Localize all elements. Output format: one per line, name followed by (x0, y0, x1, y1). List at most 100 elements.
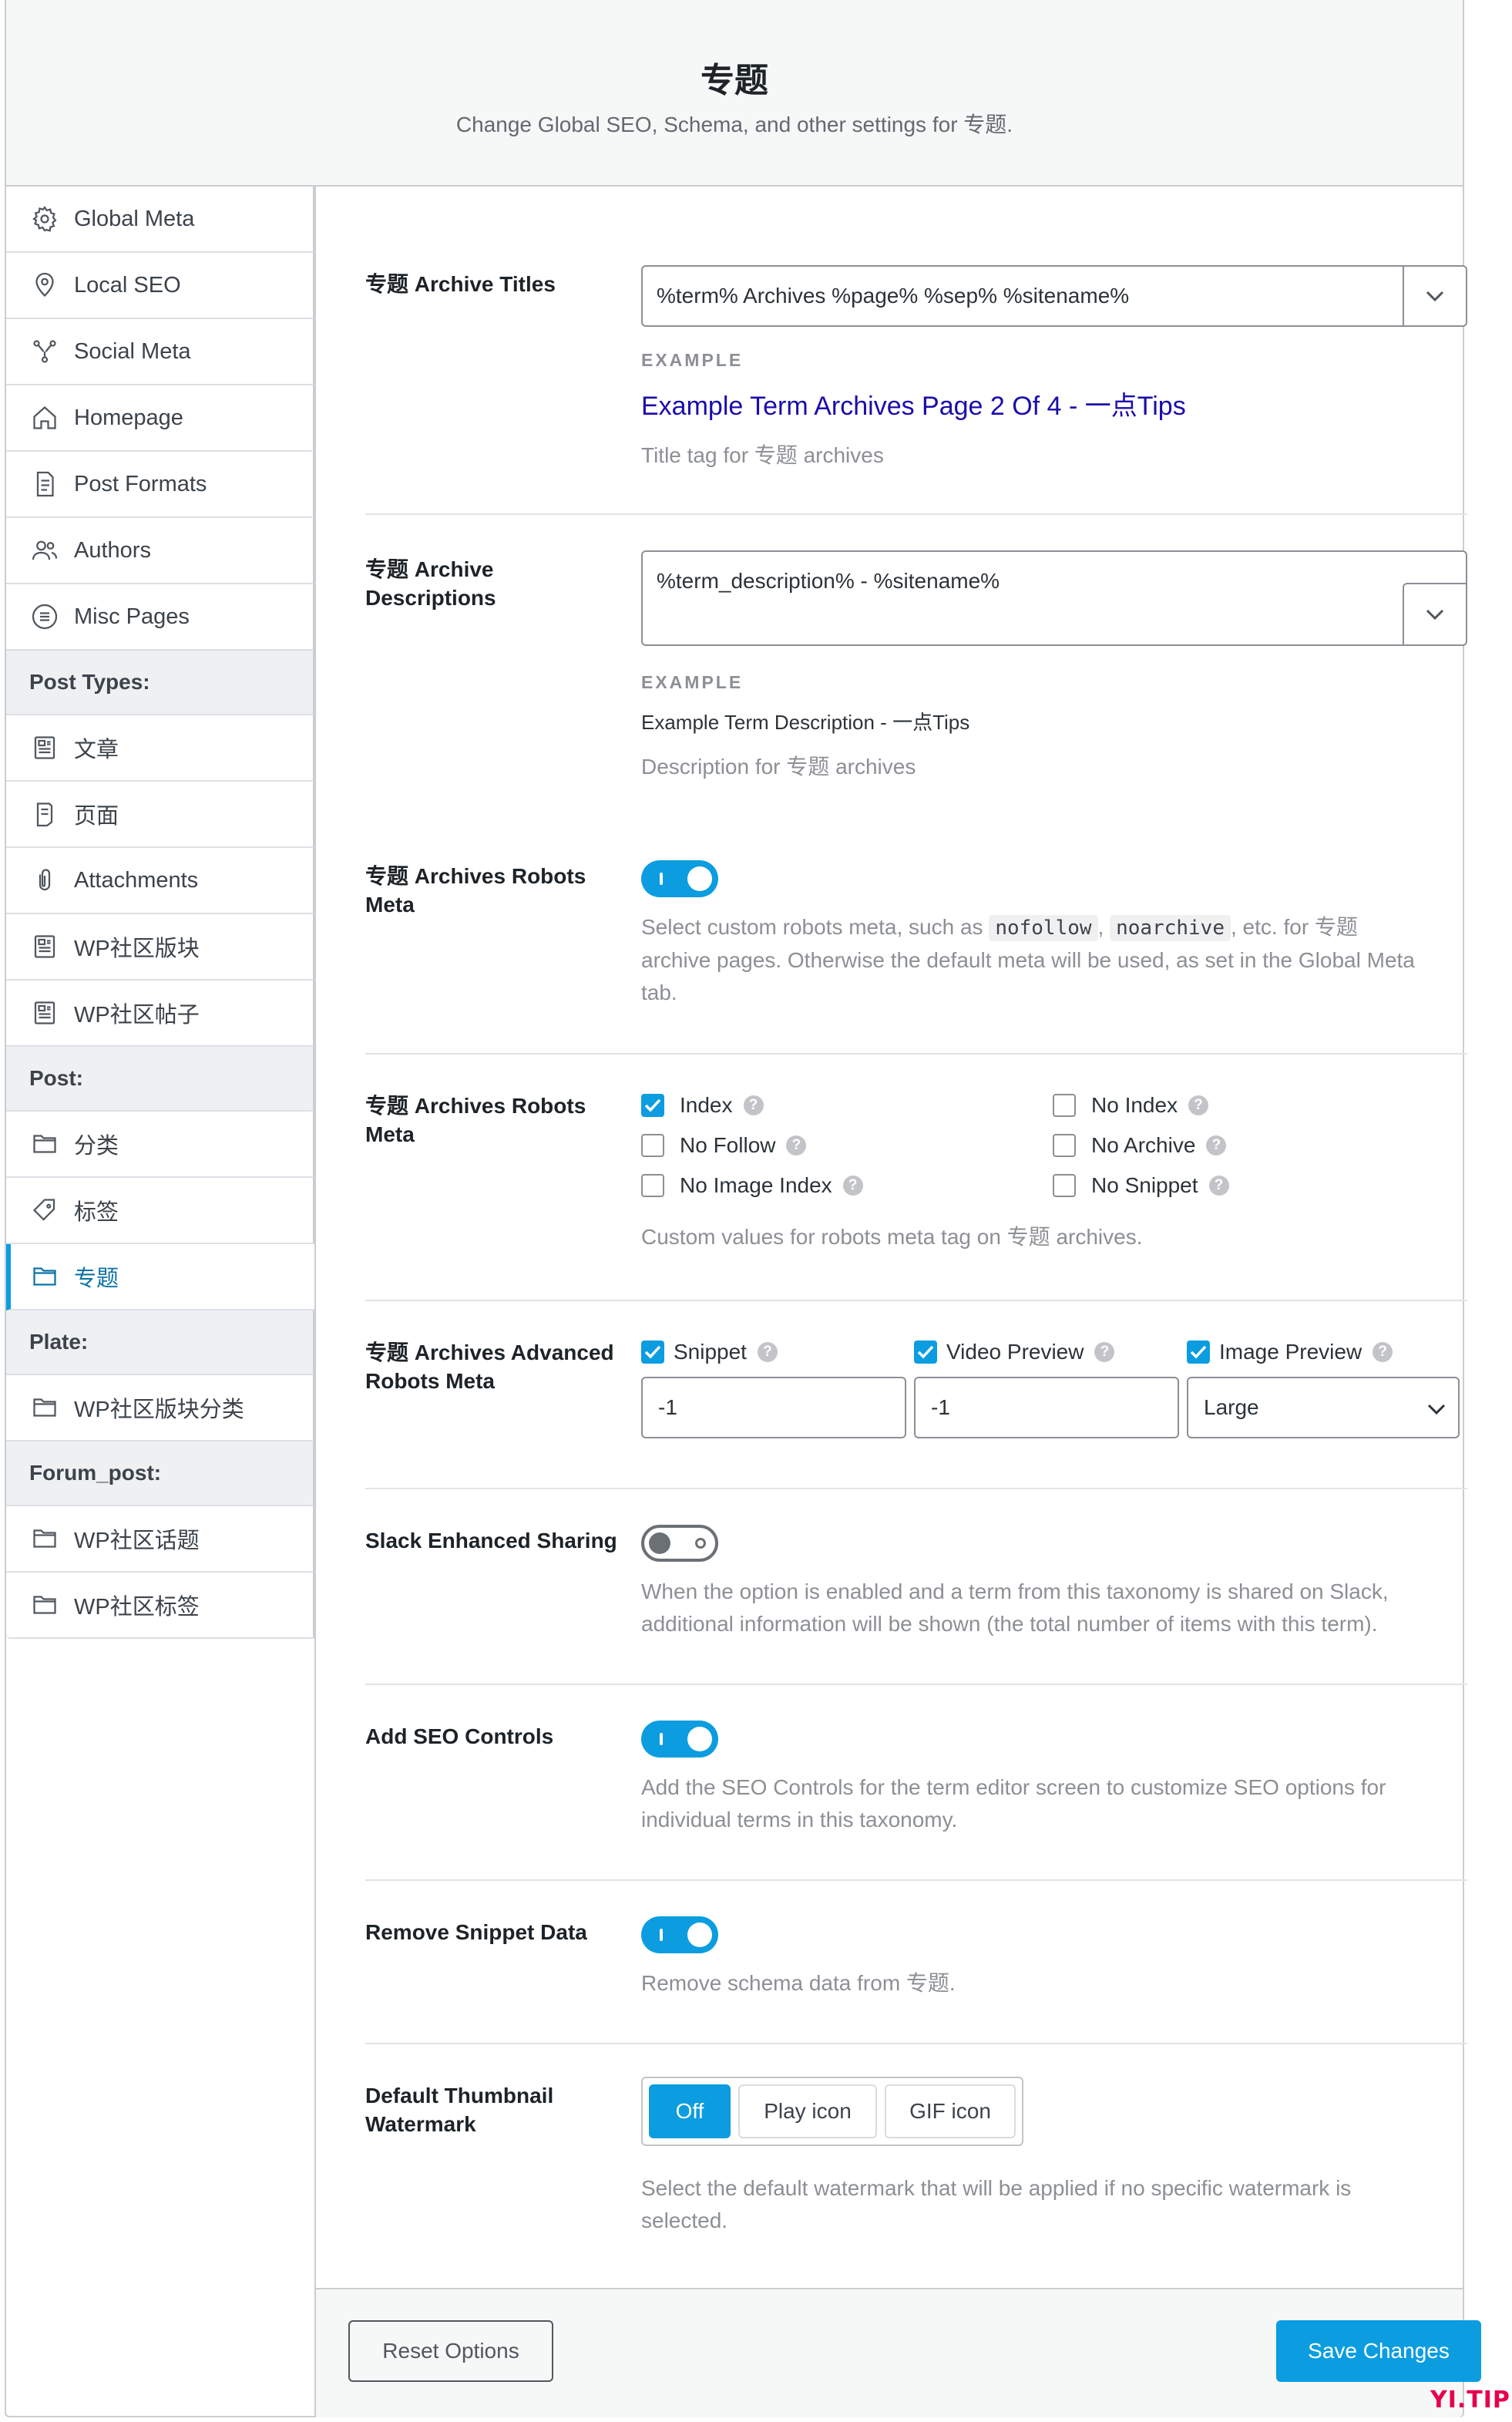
sidebar-item-label: WP社区版块 (74, 937, 200, 961)
checkbox-box[interactable] (914, 1341, 937, 1364)
page-header: 专题 Change Global SEO, Schema, and other … (6, 0, 1463, 187)
sidebar-item-wp-forum-board-categories[interactable]: WP社区版块分类 (6, 1375, 314, 1441)
slack-sharing-toggle[interactable] (641, 1525, 718, 1562)
save-changes-button[interactable]: Save Changes (1276, 2320, 1481, 2382)
sidebar-heading-forum-post: Forum_post: (6, 1441, 314, 1506)
sidebar-item-label: 页面 (74, 804, 119, 829)
help-icon[interactable]: ? (1208, 1176, 1229, 1196)
thumbnail-watermark-label: Default Thumbnail Watermark (365, 2084, 554, 2136)
checkbox-box[interactable] (1053, 1174, 1076, 1197)
checkbox-snippet[interactable]: Snippet ? (641, 1340, 778, 1364)
folder-icon (29, 1129, 60, 1159)
archive-titles-label: 专题 Archive Titles (365, 272, 556, 296)
archive-titles-input[interactable]: %term% Archives %page% %sep% %sitename% (641, 265, 1467, 327)
help-icon[interactable]: ? (757, 1342, 778, 1362)
sidebar-item-wp-forum-topics[interactable]: WP社区话题 (6, 1506, 314, 1573)
sidebar-item-wp-forum-posts[interactable]: WP社区帖子 (6, 981, 314, 1047)
sidebar-item-posts[interactable]: 文章 (6, 715, 314, 782)
watermark-gif-icon-button[interactable]: GIF icon (885, 2084, 1016, 2138)
help-icon[interactable]: ? (842, 1176, 863, 1196)
help-icon[interactable]: ? (786, 1135, 807, 1155)
sidebar-item-label: Misc Pages (74, 604, 190, 629)
watermark-off-button[interactable]: Off (649, 2084, 731, 2138)
archive-descriptions-label: 专题 Archive Descriptions (365, 557, 496, 610)
checkbox-no-follow[interactable]: No Follow ? (641, 1133, 807, 1158)
sidebar-item-label: 专题 (74, 1267, 119, 1291)
sidebar-item-misc-pages[interactable]: Misc Pages (6, 584, 314, 651)
sidebar-item-label: WP社区版块分类 (74, 1398, 244, 1422)
gear-icon (29, 204, 60, 234)
sidebar-item-label: Post Formats (74, 471, 207, 496)
post-icon (29, 931, 60, 962)
example-description-preview: Example Term Description - 一点Tips (641, 711, 970, 734)
remove-snippet-toggle[interactable] (641, 1916, 718, 1953)
watermark-play-icon-button[interactable]: Play icon (738, 2084, 877, 2138)
checkbox-box[interactable] (641, 1341, 664, 1364)
seo-controls-description: Add the SEO Controls for the term editor… (641, 1775, 1386, 1832)
reset-options-button[interactable]: Reset Options (348, 2320, 553, 2382)
sidebar-item-local-seo[interactable]: Local SEO (6, 253, 314, 319)
checkbox-box[interactable] (1187, 1341, 1210, 1364)
sidebar-item-wp-forum-boards[interactable]: WP社区版块 (6, 914, 314, 981)
checkbox-no-image-index[interactable]: No Image Index ? (641, 1173, 863, 1198)
archive-descriptions-input[interactable]: %term_description% - %sitename% (641, 550, 1467, 646)
document-icon (29, 469, 60, 500)
sidebar-item-label: 标签 (74, 1200, 119, 1225)
help-icon[interactable]: ? (1373, 1342, 1393, 1362)
checkbox-box[interactable] (1053, 1134, 1076, 1157)
sidebar-item-label: Global Meta (74, 206, 195, 231)
archive-titles-value: %term% Archives %page% %sep% %sitename% (657, 284, 1130, 308)
slack-sharing-description: When the option is enabled and a term fr… (641, 1579, 1389, 1636)
help-icon[interactable]: ? (1206, 1135, 1227, 1155)
checkbox-box[interactable] (641, 1174, 664, 1197)
sidebar-item-authors[interactable]: Authors (6, 518, 314, 584)
location-pin-icon (29, 270, 60, 301)
paperclip-icon (29, 865, 60, 896)
folder-icon (29, 1523, 60, 1554)
robots-meta-toggle[interactable] (641, 860, 718, 897)
chevron-down-icon[interactable] (1403, 267, 1466, 325)
help-icon[interactable]: ? (743, 1095, 764, 1115)
checkbox-index[interactable]: Index ? (641, 1093, 764, 1118)
snippet-length-input[interactable]: -1 (641, 1377, 906, 1438)
sidebar-item-label: WP社区标签 (74, 1595, 200, 1620)
help-icon[interactable]: ? (1188, 1095, 1209, 1115)
remove-snippet-label: Remove Snippet Data (365, 1920, 587, 1944)
sidebar-item-categories[interactable]: 分类 (6, 1112, 314, 1178)
sidebar-item-tags[interactable]: 标签 (6, 1178, 314, 1244)
remove-snippet-description: Remove schema data from 专题. (641, 1971, 956, 1995)
sidebar-item-homepage[interactable]: Homepage (6, 385, 314, 452)
sidebar-item-topics[interactable]: 专题 (6, 1244, 314, 1310)
help-icon[interactable]: ? (1094, 1342, 1115, 1362)
sidebar-heading-plate: Plate: (6, 1310, 314, 1375)
content-divider (314, 187, 316, 2417)
page-subtitle: Change Global SEO, Schema, and other set… (455, 113, 1013, 136)
settings-footer: Reset Options Save Changes (316, 2288, 1481, 2417)
sidebar-item-social-meta[interactable]: Social Meta (6, 319, 314, 385)
image-preview-select[interactable]: Large (1187, 1377, 1460, 1438)
chevron-down-icon[interactable] (1403, 583, 1466, 644)
seo-controls-toggle[interactable] (641, 1721, 718, 1758)
sidebar-item-post-formats[interactable]: Post Formats (6, 452, 314, 518)
checkbox-box[interactable] (641, 1094, 664, 1117)
video-preview-input[interactable]: -1 (914, 1377, 1179, 1438)
checkbox-box[interactable] (1053, 1094, 1076, 1117)
checkbox-box[interactable] (641, 1134, 664, 1157)
divider (365, 1684, 1467, 1685)
robots-meta-toggle-label: 专题 Archives Robots Meta (365, 864, 586, 917)
checkbox-video-preview[interactable]: Video Preview ? (914, 1340, 1115, 1364)
checkbox-no-snippet[interactable]: No Snippet ? (1053, 1173, 1229, 1198)
checkbox-no-archive[interactable]: No Archive ? (1053, 1133, 1227, 1158)
sidebar-item-pages[interactable]: 页面 (6, 782, 314, 848)
sidebar-item-global-meta[interactable]: Global Meta (6, 187, 314, 253)
archive-descriptions-value: %term_description% - %sitename% (657, 569, 1000, 593)
sidebar-item-attachments[interactable]: Attachments (6, 848, 314, 914)
sidebar-item-wp-forum-tags[interactable]: WP社区标签 (6, 1573, 314, 1639)
checkbox-image-preview[interactable]: Image Preview ? (1187, 1340, 1393, 1364)
sidebar-item-label: WP社区话题 (74, 1529, 200, 1553)
checkbox-no-index[interactable]: No Index ? (1053, 1093, 1209, 1118)
divider (365, 1488, 1467, 1489)
sidebar-heading-post: Post: (6, 1047, 314, 1112)
sidebar-heading-post-types: Post Types: (6, 651, 314, 715)
sidebar-item-label: Social Meta (74, 338, 191, 364)
